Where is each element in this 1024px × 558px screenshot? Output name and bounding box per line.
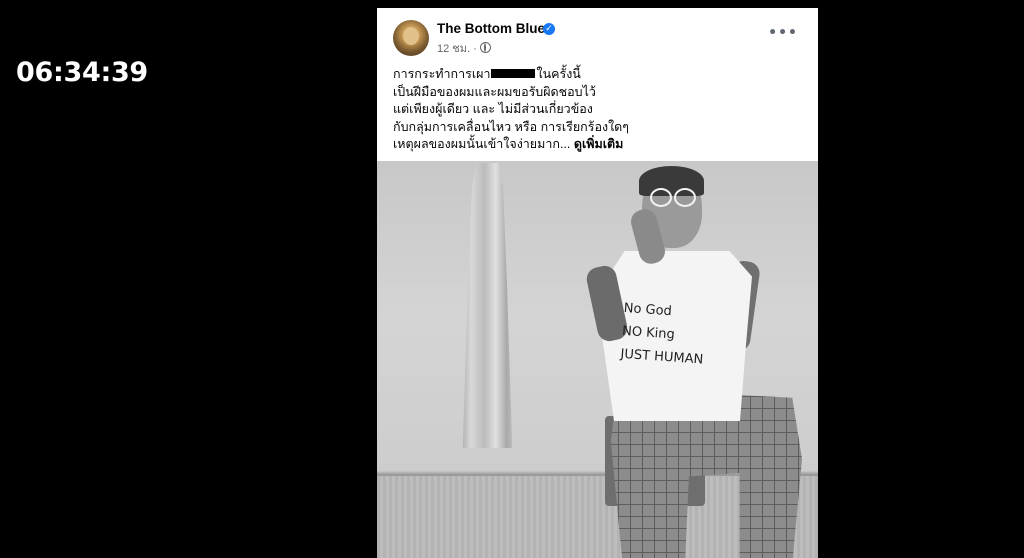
meta-separator: · — [473, 43, 477, 55]
photo-glasses — [648, 188, 696, 207]
post-header: The Bottom Blues ✓ 12 ชม. · ••• — [377, 8, 818, 63]
post-text-line-5: เหตุผลของผมนั้นเข้าใจง่ายมาก... ดูเพิ่มเ… — [393, 137, 624, 151]
post-text: การกระทำการเผา ในครั้งนี้ เป็นฝีมือของผมแ… — [393, 66, 803, 154]
redaction-bar — [491, 69, 536, 78]
shirt-slogan: No God NO King JUST HUMAN — [620, 297, 745, 374]
facebook-post: The Bottom Blues ✓ 12 ชม. · ••• การกระทำก… — [377, 8, 818, 558]
post-time-link[interactable]: 12 ชม. — [437, 43, 470, 55]
more-options-button[interactable]: ••• — [768, 25, 798, 41]
post-text-line-3: แต่เพียงผู้เดียว และ ไม่มีส่วนเกี่ยวข้อง — [393, 102, 593, 116]
post-meta: 12 ชม. · — [437, 39, 491, 57]
see-more-link[interactable]: ดูเพิ่มเติม — [574, 137, 624, 151]
post-photo[interactable]: No God NO King JUST HUMAN — [377, 161, 818, 558]
verified-badge-icon: ✓ — [543, 23, 555, 35]
page-avatar[interactable] — [393, 20, 429, 56]
globe-icon — [479, 42, 491, 53]
video-timestamp: 06:34:39 — [16, 57, 148, 88]
photo-curtain — [462, 163, 513, 448]
page-name-link[interactable]: The Bottom Blues — [437, 21, 553, 36]
post-text-line-4: กับกลุ่มการเคลื่อนไหว หรือ การเรียกร้องใ… — [393, 119, 630, 134]
post-text-line-1: การกระทำการเผา ในครั้งนี้ — [393, 67, 581, 81]
post-text-line-2: เป็นฝีมือของผมและผมขอรับผิดชอบไว้ — [393, 84, 596, 99]
